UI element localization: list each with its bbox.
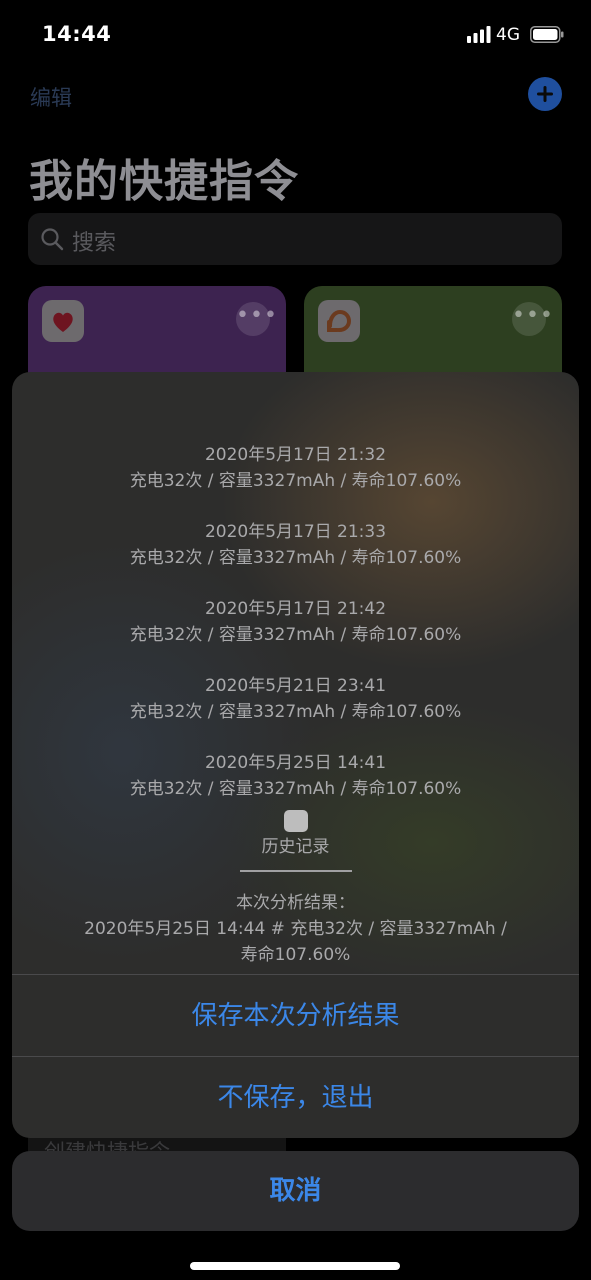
history-label: 历史记录 xyxy=(261,837,330,857)
history-record: 2020年5月17日 21:33 充电32次 / 容量3327mAh / 寿命1… xyxy=(12,519,579,596)
screen: 14:44 4G 编辑 我的快捷指令 搜索 ••• ••• 2020年5月17日… xyxy=(0,0,591,1280)
add-shortcut-button[interactable] xyxy=(528,77,562,111)
result-line: 2020年5月25日 14:44 # 充电32次 / 容量3327mAh / xyxy=(84,919,507,939)
history-record: 2020年5月25日 14:41 充电32次 / 容量3327mAh / 寿命1… xyxy=(12,750,579,810)
record-date: 2020年5月17日 21:33 xyxy=(204,522,387,542)
record-info: 充电32次 / 容量3327mAh / 寿命107.60% xyxy=(129,548,462,568)
result-line: 寿命107.60% xyxy=(240,945,351,965)
no-save-exit-button[interactable]: 不保存，退出 xyxy=(12,1056,579,1138)
page-title: 我的快捷指令 xyxy=(29,156,299,207)
checkbox-icon xyxy=(283,810,308,832)
search-icon xyxy=(41,228,64,251)
history-record: 2020年5月17日 21:42 充电32次 / 容量3327mAh / 寿命1… xyxy=(12,596,579,673)
edit-button[interactable]: 编辑 xyxy=(30,82,72,112)
didi-icon xyxy=(318,300,360,342)
sheet-message: 2020年5月17日 21:32 充电32次 / 容量3327mAh / 寿命1… xyxy=(12,442,579,968)
record-info: 充电32次 / 容量3327mAh / 寿命107.60% xyxy=(129,625,462,645)
history-record: 2020年5月17日 21:32 充电32次 / 容量3327mAh / 寿命1… xyxy=(12,442,579,519)
status-time: 14:44 xyxy=(42,22,112,46)
heart-icon xyxy=(42,300,84,342)
battery-icon xyxy=(530,26,564,43)
more-icon[interactable]: ••• xyxy=(236,302,277,336)
divider xyxy=(239,870,352,872)
record-date: 2020年5月25日 14:41 xyxy=(204,753,387,773)
network-type: 4G xyxy=(496,25,520,45)
history-record: 2020年5月21日 23:41 充电32次 / 容量3327mAh / 寿命1… xyxy=(12,673,579,750)
more-icon[interactable]: ••• xyxy=(512,302,553,336)
record-date: 2020年5月21日 23:41 xyxy=(204,676,387,696)
status-bar: 14:44 4G xyxy=(0,0,591,70)
search-field[interactable]: 搜索 xyxy=(28,213,562,265)
result-title: 本次分析结果： xyxy=(236,893,355,913)
home-indicator[interactable] xyxy=(190,1262,400,1270)
cancel-button[interactable]: 取消 xyxy=(12,1151,579,1231)
action-sheet: 2020年5月17日 21:32 充电32次 / 容量3327mAh / 寿命1… xyxy=(12,372,579,1138)
search-placeholder: 搜索 xyxy=(72,231,117,256)
record-info: 充电32次 / 容量3327mAh / 寿命107.60% xyxy=(129,779,462,799)
record-date: 2020年5月17日 21:32 xyxy=(204,445,387,465)
record-date: 2020年5月17日 21:42 xyxy=(204,599,387,619)
plus-icon xyxy=(537,86,553,102)
record-info: 充电32次 / 容量3327mAh / 寿命107.60% xyxy=(129,471,462,491)
save-result-button[interactable]: 保存本次分析结果 xyxy=(12,974,579,1057)
signal-icon xyxy=(467,26,491,43)
record-info: 充电32次 / 容量3327mAh / 寿命107.60% xyxy=(129,702,462,722)
